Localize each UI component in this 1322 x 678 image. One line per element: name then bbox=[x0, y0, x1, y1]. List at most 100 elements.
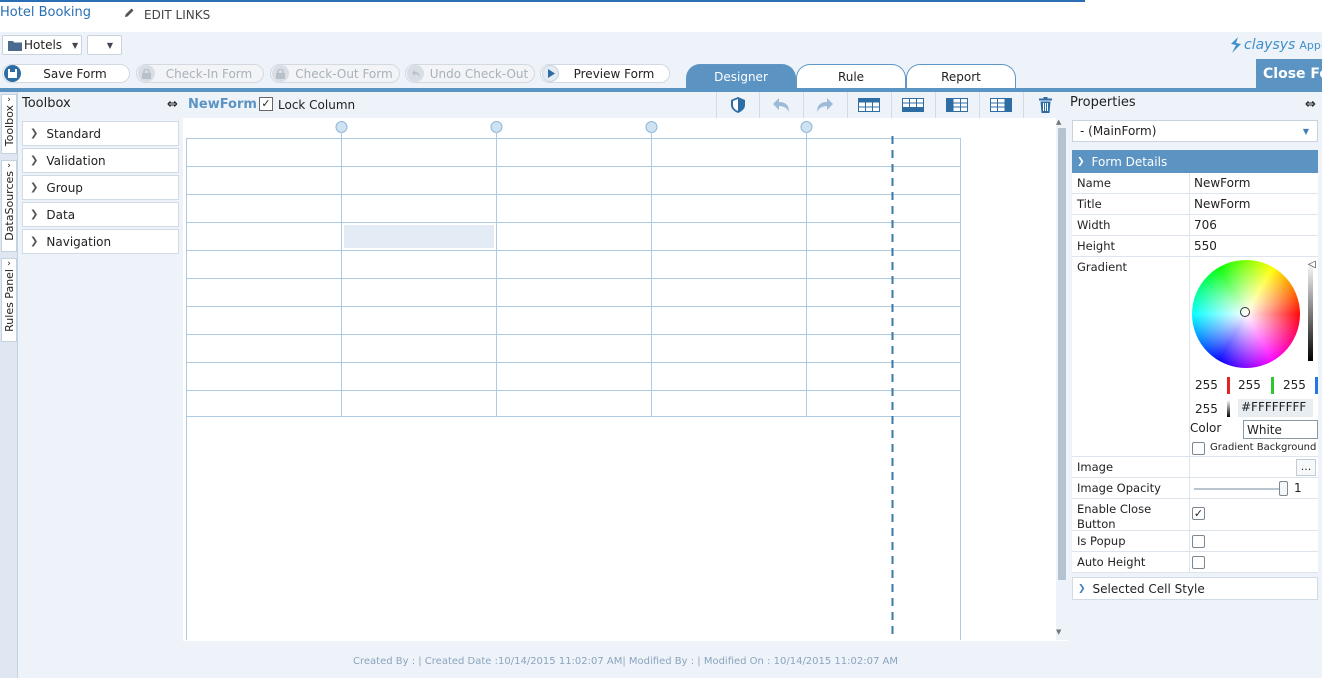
toolbox-item-data[interactable]: ❯ Data bbox=[22, 202, 179, 227]
property-row-enable-close: Enable Close Button ✓ bbox=[1072, 499, 1318, 531]
tab-designer[interactable]: Designer bbox=[686, 64, 796, 88]
insert-column-button[interactable] bbox=[935, 92, 978, 118]
image-browse-button[interactable]: ... bbox=[1296, 459, 1316, 476]
vertical-scrollbar[interactable]: ▲ ▼ bbox=[1056, 118, 1068, 640]
chevron-right-icon: › bbox=[7, 95, 11, 105]
tab-rule[interactable]: Rule bbox=[796, 64, 906, 88]
folder-name: Hotels bbox=[24, 38, 63, 52]
lock-column-label: Lock Column bbox=[278, 98, 356, 112]
toolbox-item-label: Validation bbox=[46, 153, 106, 168]
brightness-slider[interactable] bbox=[1308, 262, 1313, 361]
delete-button[interactable] bbox=[1023, 92, 1066, 118]
height-field[interactable]: 550 bbox=[1194, 239, 1217, 253]
insert-row-button[interactable] bbox=[847, 92, 890, 118]
is-popup-checkbox[interactable] bbox=[1192, 535, 1205, 548]
toolbox-item-label: Group bbox=[46, 180, 83, 195]
chevron-right-icon: › bbox=[7, 161, 11, 171]
name-field[interactable]: NewForm bbox=[1194, 176, 1250, 190]
opacity-slider-handle[interactable] bbox=[1279, 481, 1288, 496]
color-name-field[interactable]: White bbox=[1243, 420, 1318, 439]
color-picker-cursor[interactable] bbox=[1240, 307, 1250, 317]
undo-icon bbox=[773, 98, 789, 112]
side-tab-toolbox[interactable]: › Toolbox bbox=[1, 94, 17, 154]
toolbox-title: Toolbox bbox=[22, 96, 71, 111]
opacity-slider-track[interactable] bbox=[1194, 488, 1286, 490]
preview-form-button[interactable]: Preview Form bbox=[540, 64, 670, 83]
column-resize-handle bbox=[800, 121, 813, 133]
side-tab-rules-panel[interactable]: › Rules Panel bbox=[1, 258, 17, 342]
undo-button[interactable] bbox=[759, 92, 802, 118]
property-label: Height bbox=[1077, 239, 1116, 253]
edit-links[interactable]: EDIT LINKS bbox=[144, 8, 210, 22]
gradient-background-checkbox[interactable] bbox=[1192, 442, 1205, 455]
form-details-title: Form Details bbox=[1091, 154, 1168, 169]
color-wheel[interactable] bbox=[1192, 260, 1300, 368]
form-design-canvas[interactable] bbox=[183, 118, 1056, 640]
brand-name: claysys bbox=[1244, 37, 1296, 53]
blue-value[interactable]: 255 bbox=[1283, 378, 1306, 392]
expand-collapse-icon[interactable]: ⇔ bbox=[167, 97, 178, 112]
audit-footer: Created By : | Created Date :10/14/2015 … bbox=[183, 641, 1068, 678]
gradient-background-label: Gradient Background bbox=[1210, 442, 1317, 453]
chevron-right-icon: ❯ bbox=[1078, 583, 1086, 594]
green-value[interactable]: 255 bbox=[1238, 378, 1261, 392]
toolbox-item-group[interactable]: ❯ Group bbox=[22, 175, 179, 200]
secondary-dropdown[interactable]: ▼ bbox=[87, 35, 122, 55]
undo-check-out-button[interactable]: Undo Check-Out bbox=[405, 64, 535, 83]
redo-icon bbox=[817, 98, 833, 112]
check-in-form-button[interactable]: Check-In Form bbox=[136, 64, 264, 83]
expand-collapse-icon[interactable]: ⇔ bbox=[1305, 97, 1316, 112]
check-out-form-button[interactable]: Check-Out Form bbox=[270, 64, 400, 83]
insert-column-right-button[interactable] bbox=[979, 92, 1022, 118]
width-field[interactable]: 706 bbox=[1194, 218, 1217, 232]
chevron-down-icon: ▼ bbox=[106, 40, 113, 50]
property-row-width: Width 706 bbox=[1072, 215, 1318, 236]
pencil-icon bbox=[123, 7, 135, 19]
property-row-height: Height 550 bbox=[1072, 236, 1318, 257]
red-value[interactable]: 255 bbox=[1195, 378, 1218, 392]
column-resize-handle bbox=[645, 121, 658, 133]
shield-button[interactable] bbox=[716, 92, 759, 118]
scroll-up-icon[interactable]: ▲ bbox=[1056, 118, 1061, 126]
property-object-selector[interactable]: - (MainForm) ▼ bbox=[1072, 120, 1318, 142]
property-row-auto-height: Auto Height bbox=[1072, 552, 1318, 573]
alpha-value[interactable]: 255 bbox=[1195, 402, 1218, 416]
save-form-label: Save Form bbox=[43, 66, 107, 81]
chevron-right-icon: ❯ bbox=[30, 236, 39, 247]
lock-icon bbox=[272, 65, 289, 82]
preview-form-label: Preview Form bbox=[573, 66, 655, 81]
hex-color-field[interactable]: #FFFFFFFF bbox=[1238, 399, 1313, 417]
toolbox-item-validation[interactable]: ❯ Validation bbox=[22, 148, 179, 173]
table-insert-row-below-icon bbox=[902, 98, 924, 112]
site-title-link[interactable]: Hotel Booking bbox=[0, 5, 91, 20]
top-accent-line bbox=[0, 0, 1085, 2]
chevron-right-icon: ❯ bbox=[30, 155, 39, 166]
close-form-button[interactable]: Close For bbox=[1256, 59, 1322, 88]
claysys-logo-icon bbox=[1231, 37, 1241, 53]
lock-column-checkbox[interactable]: ✓ bbox=[259, 97, 273, 111]
form-grid[interactable] bbox=[183, 118, 1056, 640]
scrollbar-thumb[interactable] bbox=[1058, 128, 1066, 580]
form-details-header[interactable]: ❯ Form Details bbox=[1072, 150, 1318, 173]
column-resize-handle bbox=[490, 121, 503, 133]
check-in-form-label: Check-In Form bbox=[165, 66, 253, 81]
side-tab-datasources[interactable]: › DataSources bbox=[1, 160, 17, 252]
insert-row-below-button[interactable] bbox=[891, 92, 934, 118]
property-label: Image bbox=[1077, 460, 1114, 474]
brightness-handle-icon[interactable]: ◁ bbox=[1308, 260, 1316, 270]
tab-report[interactable]: Report bbox=[906, 64, 1016, 88]
scroll-down-icon[interactable]: ▼ bbox=[1056, 628, 1061, 636]
trash-icon bbox=[1038, 97, 1052, 113]
toolbox-item-navigation[interactable]: ❯ Navigation bbox=[22, 229, 179, 254]
enable-close-checkbox[interactable]: ✓ bbox=[1192, 507, 1205, 520]
auto-height-checkbox[interactable] bbox=[1192, 556, 1205, 569]
save-form-button[interactable]: Save Form bbox=[2, 64, 130, 83]
play-icon bbox=[542, 65, 559, 82]
selected-cell-style-section[interactable]: ❯ Selected Cell Style bbox=[1072, 577, 1318, 600]
red-indicator bbox=[1227, 377, 1230, 394]
toolbox-item-standard[interactable]: ❯ Standard bbox=[22, 121, 179, 146]
title-field[interactable]: NewForm bbox=[1194, 197, 1250, 211]
folder-dropdown[interactable]: Hotels ▼ bbox=[2, 35, 82, 55]
property-row-image: Image ... bbox=[1072, 457, 1318, 478]
redo-button[interactable] bbox=[803, 92, 846, 118]
